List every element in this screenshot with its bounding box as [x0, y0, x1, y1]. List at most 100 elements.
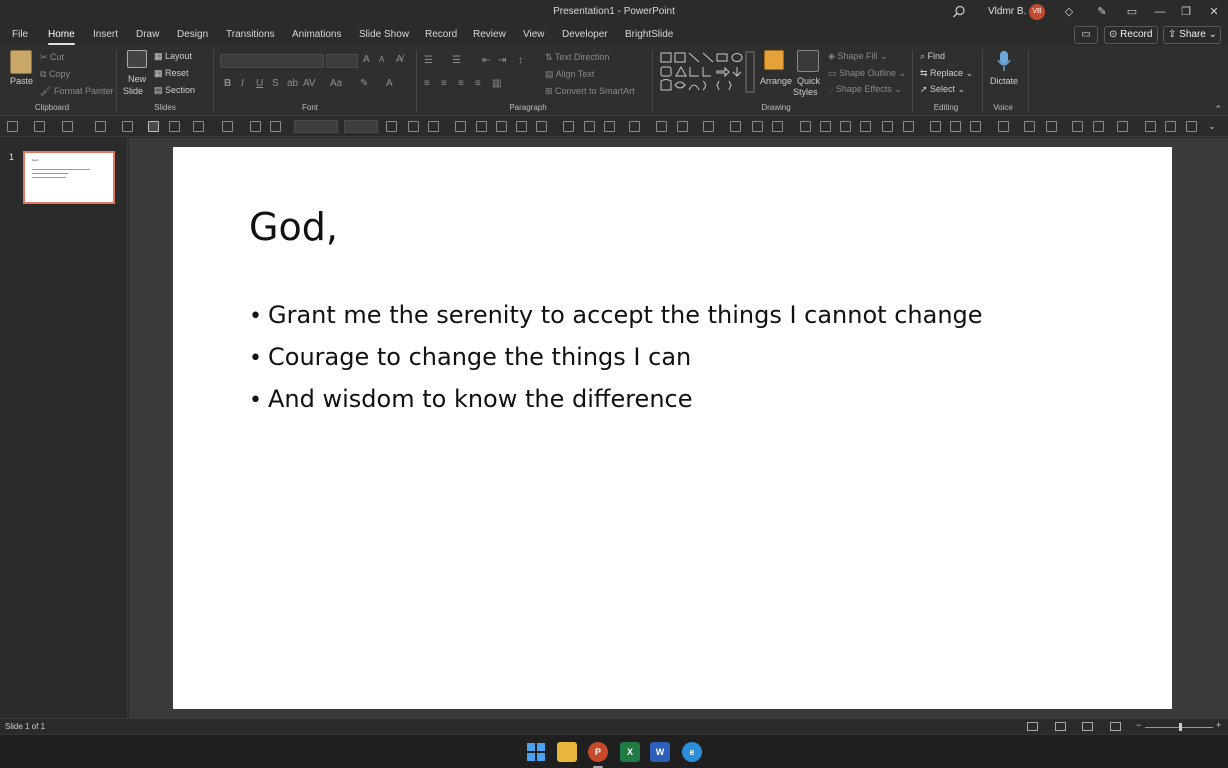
- layout-qat-icon[interactable]: [95, 121, 106, 132]
- columns-qat-icon[interactable]: [536, 121, 547, 132]
- convert-smartart-button[interactable]: ⊞ Convert to SmartArt: [545, 86, 635, 97]
- section-button[interactable]: ▤ Section: [154, 85, 195, 96]
- grow-font-icon[interactable]: A: [363, 54, 370, 65]
- italic-icon[interactable]: I: [241, 78, 244, 89]
- arrange-icon[interactable]: [764, 50, 784, 70]
- word-icon[interactable]: W: [650, 742, 670, 762]
- tab-developer[interactable]: Developer: [562, 29, 608, 40]
- layout-button[interactable]: ▦ Layout: [154, 51, 192, 62]
- dictate-button[interactable]: Dictate: [990, 76, 1018, 86]
- shrink-font-icon[interactable]: A: [379, 55, 384, 64]
- numbering-icon[interactable]: ☰: [452, 55, 461, 66]
- slide[interactable]: God, • Grant me the serenity to accept th…: [173, 147, 1172, 709]
- align-right-qat-icon[interactable]: [516, 121, 527, 132]
- image2-qat-icon[interactable]: [1046, 121, 1057, 132]
- indent-qat-icon[interactable]: [604, 121, 615, 132]
- quick-styles-button[interactable]: Quick: [797, 76, 820, 86]
- text-direction-button[interactable]: ⇅ Text Direction: [545, 52, 609, 63]
- format-painter-button[interactable]: 🖌 Format Painter: [40, 86, 113, 97]
- ribbon-display-icon[interactable]: ▭: [1124, 4, 1140, 20]
- picture-qat-icon[interactable]: [656, 121, 667, 132]
- bullets-icon[interactable]: ☰: [424, 55, 433, 66]
- shape-qat-icon[interactable]: [629, 121, 640, 132]
- underline-icon[interactable]: U: [256, 78, 263, 89]
- powerpoint-icon[interactable]: P: [588, 742, 608, 762]
- outline-qat-icon[interactable]: [970, 121, 981, 132]
- qat-size-field[interactable]: [344, 120, 378, 133]
- bullet-list[interactable]: • Grant me the serenity to accept the thi…: [249, 297, 983, 423]
- customize-qat-icon[interactable]: ⌄: [1208, 121, 1216, 132]
- quick-styles-icon[interactable]: [797, 50, 819, 72]
- bullet-item[interactable]: • And wisdom to know the difference: [249, 381, 983, 423]
- shape-fill-button[interactable]: ◈ Shape Fill ⌄: [828, 51, 888, 62]
- collapse-ribbon-icon[interactable]: ⌃: [1214, 104, 1222, 115]
- arrange-button[interactable]: Arrange: [760, 76, 792, 86]
- quick-styles-button-line2[interactable]: Styles: [793, 87, 818, 97]
- font-color-icon[interactable]: A: [386, 78, 393, 89]
- file-explorer-icon[interactable]: [557, 742, 577, 762]
- tab-record[interactable]: Record: [425, 29, 457, 40]
- reset-button[interactable]: ▦ Reset: [154, 68, 189, 79]
- align-left-icon[interactable]: ≡: [424, 78, 430, 89]
- curve-qat-icon[interactable]: [800, 121, 811, 132]
- target-qat-icon[interactable]: [730, 121, 741, 132]
- zoom-slider-thumb[interactable]: [1179, 723, 1182, 731]
- paint-qat-icon[interactable]: [930, 121, 941, 132]
- reset-qat-icon[interactable]: [122, 121, 133, 132]
- char-spacing-icon[interactable]: AV: [303, 78, 316, 89]
- normal-view-qat-icon[interactable]: [148, 121, 159, 132]
- undo-qat-icon[interactable]: [62, 121, 73, 132]
- new-slide-icon[interactable]: [127, 50, 147, 68]
- font-name-field[interactable]: [220, 54, 324, 68]
- zoom-in-icon[interactable]: +: [1216, 720, 1221, 730]
- change-case-icon[interactable]: Aa: [330, 78, 342, 89]
- bold-icon[interactable]: B: [224, 78, 231, 89]
- align-center-icon[interactable]: ≡: [441, 78, 447, 89]
- new-slide-button[interactable]: New: [128, 74, 146, 84]
- user-name[interactable]: Vldmr B.: [988, 6, 1026, 17]
- dup-qat-icon[interactable]: [1165, 121, 1176, 132]
- search-icon[interactable]: [952, 5, 966, 19]
- line-spacing-icon[interactable]: ↕: [518, 55, 523, 66]
- clear-format-icon[interactable]: A̸: [396, 54, 403, 65]
- qat-font-field[interactable]: [294, 120, 338, 133]
- magic-wand-qat-icon[interactable]: [703, 121, 714, 132]
- windows-start-icon[interactable]: [527, 743, 545, 761]
- slide-thumbnail[interactable]: God,: [23, 151, 115, 204]
- numbered-qat-icon[interactable]: [584, 121, 595, 132]
- close-icon[interactable]: ✕: [1206, 4, 1222, 20]
- paste-icon[interactable]: [10, 50, 32, 74]
- record-button[interactable]: ⊙ Record: [1104, 26, 1158, 44]
- share-button[interactable]: ⇪ Share ⌄: [1163, 26, 1221, 44]
- shape-effects-button[interactable]: ◌ Shape Effects ⌄: [828, 84, 902, 95]
- align-right-icon[interactable]: ≡: [458, 78, 464, 89]
- microphone-icon[interactable]: [996, 50, 1012, 72]
- rect-qat-icon[interactable]: [1145, 121, 1156, 132]
- zoom-out-icon[interactable]: −: [1136, 720, 1141, 730]
- chart-qat-icon[interactable]: [193, 121, 204, 132]
- line-qat-icon[interactable]: [772, 121, 783, 132]
- slide-sorter-icon[interactable]: [1055, 722, 1066, 731]
- tab-brightslide[interactable]: BrightSlide: [625, 29, 673, 40]
- decrease-indent-icon[interactable]: ⇤: [482, 55, 490, 66]
- bar-chart-qat-icon[interactable]: [677, 121, 688, 132]
- avatar[interactable]: VB: [1029, 4, 1045, 20]
- crop-qat-icon[interactable]: [222, 121, 233, 132]
- normal-view-icon[interactable]: [1027, 722, 1038, 731]
- tab-animations[interactable]: Animations: [292, 29, 341, 40]
- tab-transitions[interactable]: Transitions: [226, 29, 275, 40]
- bullet-item[interactable]: • Grant me the serenity to accept the thi…: [249, 297, 983, 339]
- slide-title[interactable]: God,: [249, 205, 338, 249]
- increase-indent-icon[interactable]: ⇥: [498, 55, 506, 66]
- tab-insert[interactable]: Insert: [93, 29, 118, 40]
- find-button[interactable]: ⌕ Find: [920, 51, 945, 62]
- arc-qat-icon[interactable]: [820, 121, 831, 132]
- excel-icon[interactable]: X: [620, 742, 640, 762]
- replace-button[interactable]: ⇆ Replace ⌄: [920, 68, 973, 79]
- lock-qat-icon[interactable]: [840, 121, 851, 132]
- image-qat-icon[interactable]: [1024, 121, 1035, 132]
- fill-qat-icon[interactable]: [950, 121, 961, 132]
- copy-button[interactable]: ⧉ Copy: [40, 69, 70, 80]
- diamond-icon[interactable]: ◇: [1061, 4, 1077, 20]
- shadow-icon[interactable]: S: [272, 78, 279, 89]
